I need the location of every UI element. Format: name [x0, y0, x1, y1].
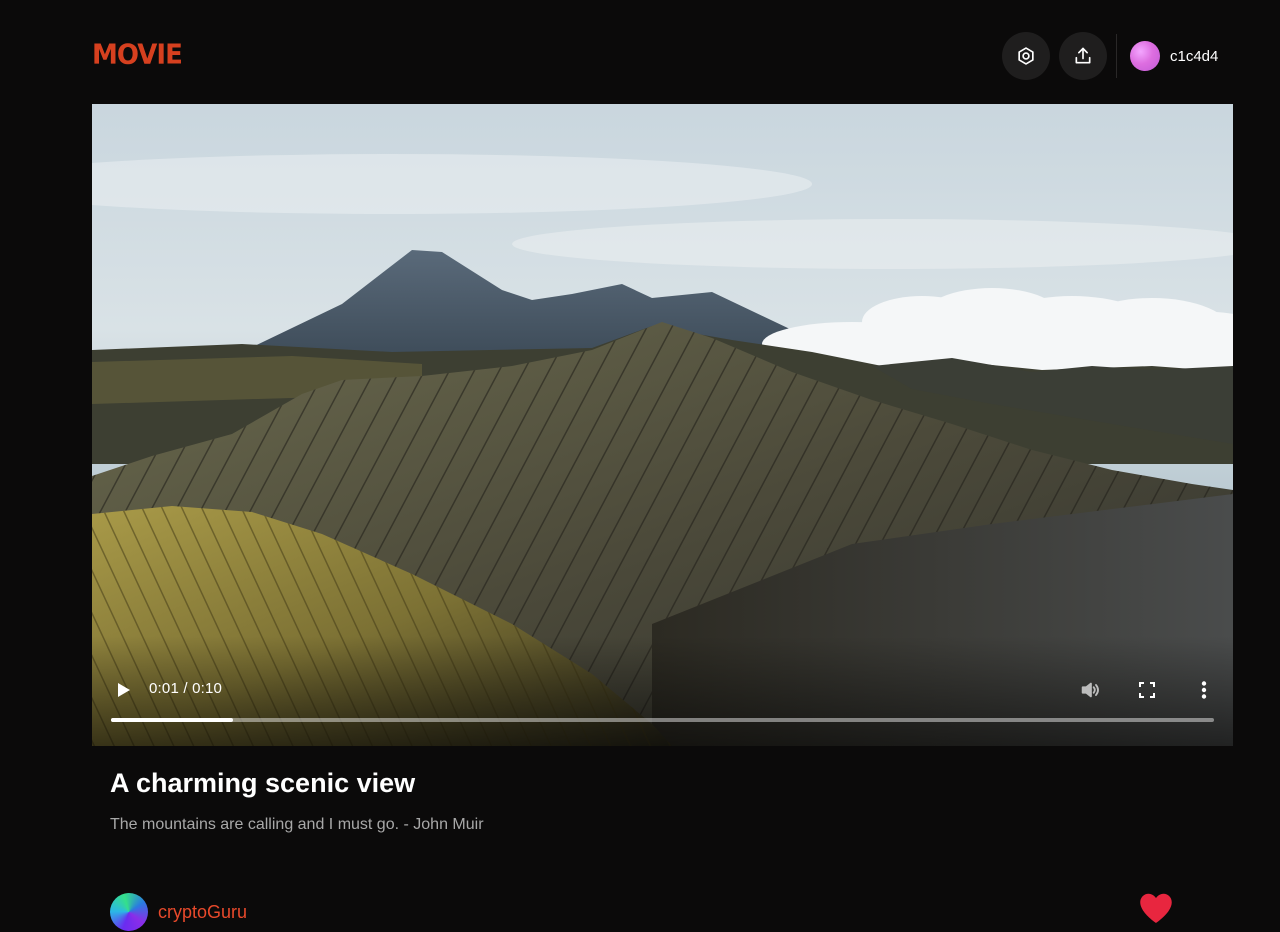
- video-player[interactable]: 0:01 / 0:10: [92, 104, 1233, 746]
- video-description: The mountains are calling and I must go.…: [110, 816, 484, 833]
- play-icon: [118, 683, 130, 697]
- more-vert-icon: [1201, 681, 1207, 699]
- fullscreen-icon: [1139, 682, 1155, 698]
- volume-button[interactable]: [1077, 677, 1103, 703]
- author-avatar: [110, 893, 148, 931]
- logo-text: MOVIE: [92, 39, 183, 71]
- volume-icon: [1081, 682, 1099, 698]
- settings-icon: [1018, 47, 1034, 65]
- video-title: A charming scenic view: [110, 768, 416, 798]
- settings-button[interactable]: [1002, 32, 1050, 80]
- progress-bar[interactable]: [111, 718, 1214, 722]
- header-divider: [1116, 34, 1117, 78]
- logo[interactable]: MOVIE: [92, 39, 183, 71]
- heart-icon: [1140, 893, 1172, 923]
- progress-fill: [111, 718, 234, 722]
- upload-button[interactable]: [1059, 32, 1107, 80]
- user-menu[interactable]: c1c4d4: [1130, 40, 1218, 72]
- author-name: cryptoGuru: [158, 901, 248, 922]
- upload-icon: [1075, 47, 1091, 64]
- like-button[interactable]: [1138, 890, 1174, 926]
- play-button[interactable]: [114, 678, 134, 702]
- user-name: c1c4d4: [1170, 47, 1219, 65]
- author-link[interactable]: cryptoGuru: [110, 893, 247, 931]
- controls-overlay: [92, 636, 1233, 746]
- more-options-button[interactable]: [1191, 677, 1217, 703]
- user-avatar: [1130, 41, 1160, 71]
- page: MOVIE c1c4d4 0:01 / 0:10 A charming scen…: [0, 0, 1280, 932]
- time-display: 0:01 / 0:10: [149, 680, 223, 697]
- fullscreen-button[interactable]: [1134, 677, 1160, 703]
